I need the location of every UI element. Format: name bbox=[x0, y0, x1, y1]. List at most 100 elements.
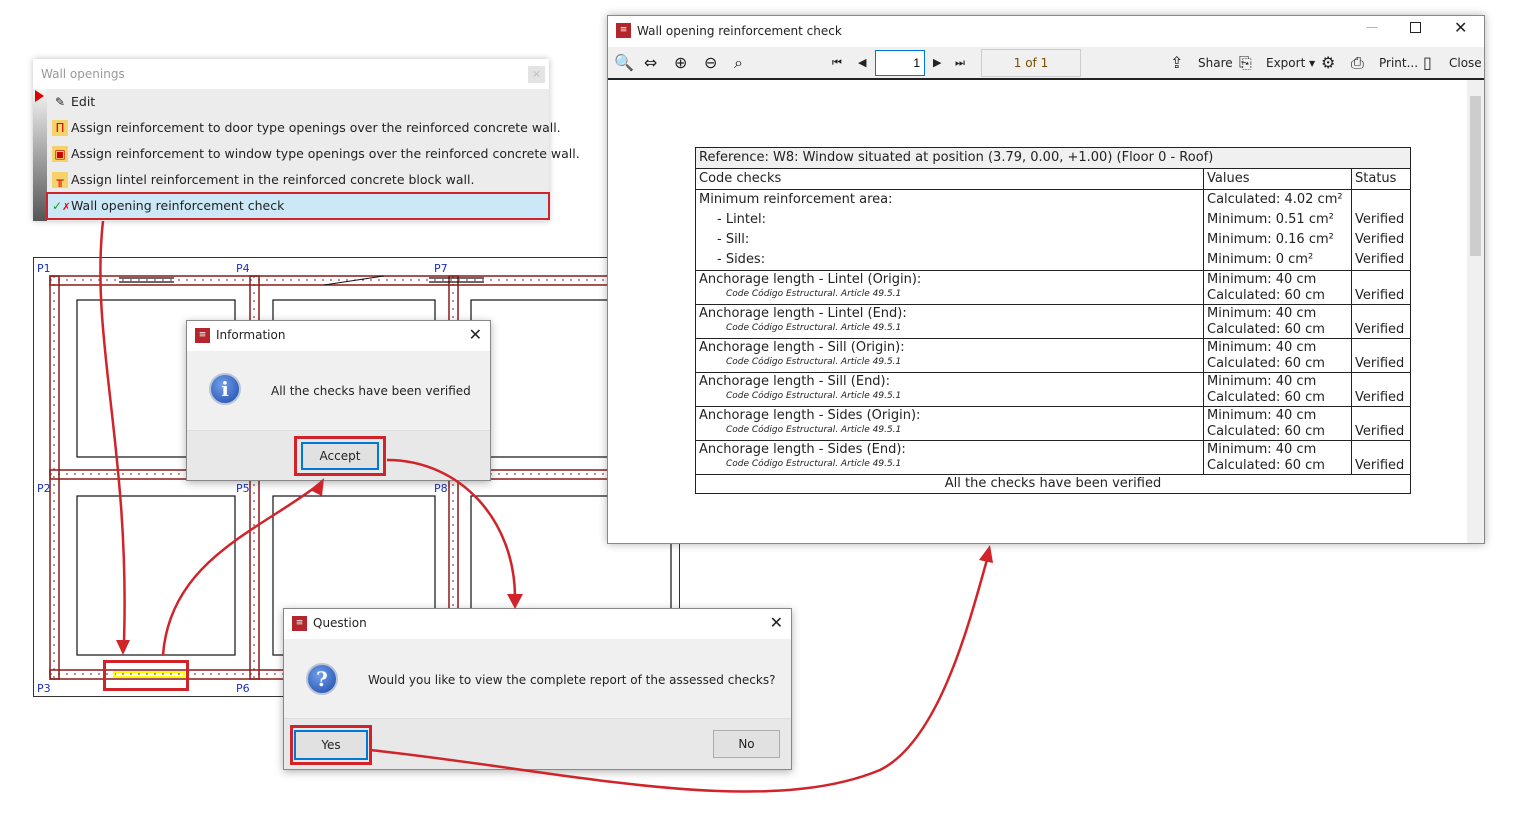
check-label: Anchorage length - Lintel (Origin): bbox=[699, 272, 922, 287]
pencil-icon: ✎ bbox=[54, 95, 66, 109]
status: Verified bbox=[1355, 232, 1405, 247]
anchorage-row: Anchorage length - Lintel (End): Code Cód… bbox=[695, 304, 1411, 339]
arrowhead bbox=[979, 545, 993, 563]
app-icon: ≡ bbox=[616, 23, 631, 38]
value-calculated: Calculated: 60 cm bbox=[1207, 390, 1325, 405]
question-dialog: ≡ Question ✕ ? Would you like to view the … bbox=[283, 608, 792, 770]
column-label: P5 bbox=[236, 482, 250, 495]
column-label: P7 bbox=[434, 262, 448, 275]
status: Verified bbox=[1355, 288, 1405, 303]
question-icon: ? bbox=[306, 663, 338, 695]
anchorage-row: Anchorage length - Sides (Origin): Code C… bbox=[695, 406, 1411, 441]
check-label: Anchorage length - Sill (Origin): bbox=[699, 340, 905, 355]
share-button[interactable]: Share bbox=[1198, 56, 1233, 70]
selected-opening-highlight[interactable] bbox=[103, 660, 189, 691]
check-label: Minimum reinforcement area: bbox=[699, 192, 893, 207]
anchorage-row: Anchorage length - Lintel (Origin): Code … bbox=[695, 270, 1411, 305]
value-minimum: Minimum: 40 cm bbox=[1207, 442, 1317, 457]
code-reference: Code Código Estructural. Article 49.5.1 bbox=[726, 289, 902, 299]
information-dialog: ≡ Information ✕ i All the checks have been… bbox=[186, 320, 491, 481]
code-reference: Code Código Estructural. Article 49.5.1 bbox=[726, 391, 902, 401]
scrollbar-thumb[interactable] bbox=[1470, 96, 1481, 256]
print-button[interactable]: Print... bbox=[1379, 56, 1418, 70]
zoom-area-icon[interactable]: ⌕ bbox=[734, 53, 743, 73]
printer-icon[interactable]: ⎙ bbox=[1351, 53, 1364, 73]
zoom-out-icon[interactable]: ⊖ bbox=[704, 53, 717, 73]
anchorage-row: Anchorage length - Sill (Origin): Code Có… bbox=[695, 338, 1411, 373]
question-message: Would you like to view the complete repo… bbox=[368, 673, 776, 687]
check-sublabel: - Sides: bbox=[717, 252, 766, 267]
menu-item-edit[interactable]: ✎ Edit bbox=[47, 89, 547, 115]
dialog-title: Question bbox=[313, 616, 367, 630]
export-icon[interactable]: ⎘ bbox=[1239, 53, 1252, 73]
code-reference: Code Código Estructural. Article 49.5.1 bbox=[726, 425, 902, 435]
first-page-icon[interactable]: ⏮ bbox=[832, 53, 842, 73]
value-calculated: Calculated: 60 cm bbox=[1207, 288, 1325, 303]
menu-item-door-reinforcement[interactable]: Π Assign reinforcement to door type openi… bbox=[47, 115, 561, 141]
zoom-page-icon[interactable]: 🔍 bbox=[614, 53, 634, 73]
minimize-button[interactable]: — bbox=[1366, 20, 1378, 34]
min-area-row: Minimum reinforcement area: - Lintel: - … bbox=[695, 189, 1411, 271]
next-page-icon[interactable]: ▶ bbox=[933, 53, 941, 73]
close-window-button[interactable]: ✕ bbox=[1454, 18, 1467, 37]
share-icon[interactable]: ⇪ bbox=[1170, 53, 1183, 73]
check-cross-icon: ✓✗ bbox=[52, 199, 71, 213]
menu-item-label: Wall opening reinforcement check bbox=[71, 198, 285, 213]
no-button[interactable]: No bbox=[713, 730, 780, 758]
menu-item-lintel[interactable]: ╥ Assign lintel reinforcement in the rein… bbox=[47, 167, 547, 193]
close-dialog-button[interactable]: ✕ bbox=[469, 325, 482, 344]
column-label: P8 bbox=[434, 482, 448, 495]
yes-button[interactable]: Yes bbox=[294, 730, 368, 760]
column-label: P2 bbox=[37, 482, 51, 495]
dialog-title-bar: ≡ Information ✕ bbox=[187, 321, 490, 351]
last-page-icon[interactable]: ⏭ bbox=[955, 53, 965, 73]
export-button[interactable]: Export bbox=[1266, 56, 1305, 70]
value: Minimum: 0 cm² bbox=[1207, 252, 1314, 267]
value-minimum: Minimum: 40 cm bbox=[1207, 306, 1317, 321]
code-reference: Code Código Estructural. Article 49.5.1 bbox=[726, 323, 902, 333]
column-label: P1 bbox=[37, 262, 51, 275]
code-reference: Code Código Estructural. Article 49.5.1 bbox=[726, 357, 902, 367]
value-calculated: Calculated: 60 cm bbox=[1207, 458, 1325, 473]
value: Calculated: 4.02 cm² bbox=[1207, 192, 1343, 207]
menu-item-window-reinforcement[interactable]: ▣ Assign reinforcement to window type ope… bbox=[47, 141, 580, 167]
close-dialog-button[interactable]: ✕ bbox=[770, 613, 783, 632]
close-report-button[interactable]: Close bbox=[1449, 56, 1482, 70]
check-label: Anchorage length - Sides (Origin): bbox=[699, 408, 921, 423]
header-values: Values bbox=[1203, 168, 1352, 190]
prev-page-icon[interactable]: ◀ bbox=[858, 53, 866, 73]
check-label: Anchorage length - Sides (End): bbox=[699, 442, 906, 457]
value-calculated: Calculated: 60 cm bbox=[1207, 356, 1325, 371]
settings-icon[interactable]: ⚙ bbox=[1321, 53, 1335, 73]
red-pointer-icon bbox=[35, 90, 44, 102]
fit-width-icon[interactable]: ⇔ bbox=[644, 53, 657, 73]
value-minimum: Minimum: 40 cm bbox=[1207, 374, 1317, 389]
column-label: P4 bbox=[236, 262, 250, 275]
wall-openings-menu: Wall openings × ✎ Edit Π Assign reinforcem… bbox=[33, 59, 580, 221]
page-input[interactable] bbox=[875, 50, 925, 76]
info-icon: i bbox=[209, 373, 241, 405]
value-minimum: Minimum: 40 cm bbox=[1207, 408, 1317, 423]
value: Minimum: 0.16 cm² bbox=[1207, 232, 1334, 247]
accept-button[interactable]: Accept bbox=[301, 442, 379, 470]
export-dropdown-icon[interactable]: ▼ bbox=[1309, 59, 1315, 68]
menu-item-opening-check[interactable]: ✓✗ Wall opening reinforcement check bbox=[46, 192, 550, 220]
reference-row: Reference: W8: Window situated at positi… bbox=[695, 147, 1411, 169]
menu-side-strip bbox=[33, 89, 47, 221]
menu-item-label: Assign reinforcement to door type openin… bbox=[71, 120, 561, 135]
anchorage-row: Anchorage length - Sides (End): Code Códi… bbox=[695, 440, 1411, 475]
value-calculated: Calculated: 60 cm bbox=[1207, 322, 1325, 337]
status: Verified bbox=[1355, 212, 1405, 227]
menu-title: Wall openings bbox=[33, 59, 549, 89]
vertical-scrollbar[interactable] bbox=[1467, 80, 1484, 543]
report-title: Wall opening reinforcement check bbox=[637, 24, 842, 38]
zoom-in-icon[interactable]: ⊕ bbox=[674, 53, 687, 73]
dialog-title-bar: ≡ Question ✕ bbox=[284, 609, 791, 639]
status: Verified bbox=[1355, 458, 1405, 473]
app-icon: ≡ bbox=[195, 328, 210, 343]
menu-close-button[interactable]: × bbox=[528, 66, 545, 83]
exit-door-icon[interactable]: ▯ bbox=[1423, 53, 1432, 73]
maximize-button[interactable] bbox=[1410, 22, 1421, 33]
menu-item-label: Edit bbox=[71, 94, 96, 109]
report-window: ≡ Wall opening reinforcement check — ✕ 🔍… bbox=[607, 15, 1485, 544]
